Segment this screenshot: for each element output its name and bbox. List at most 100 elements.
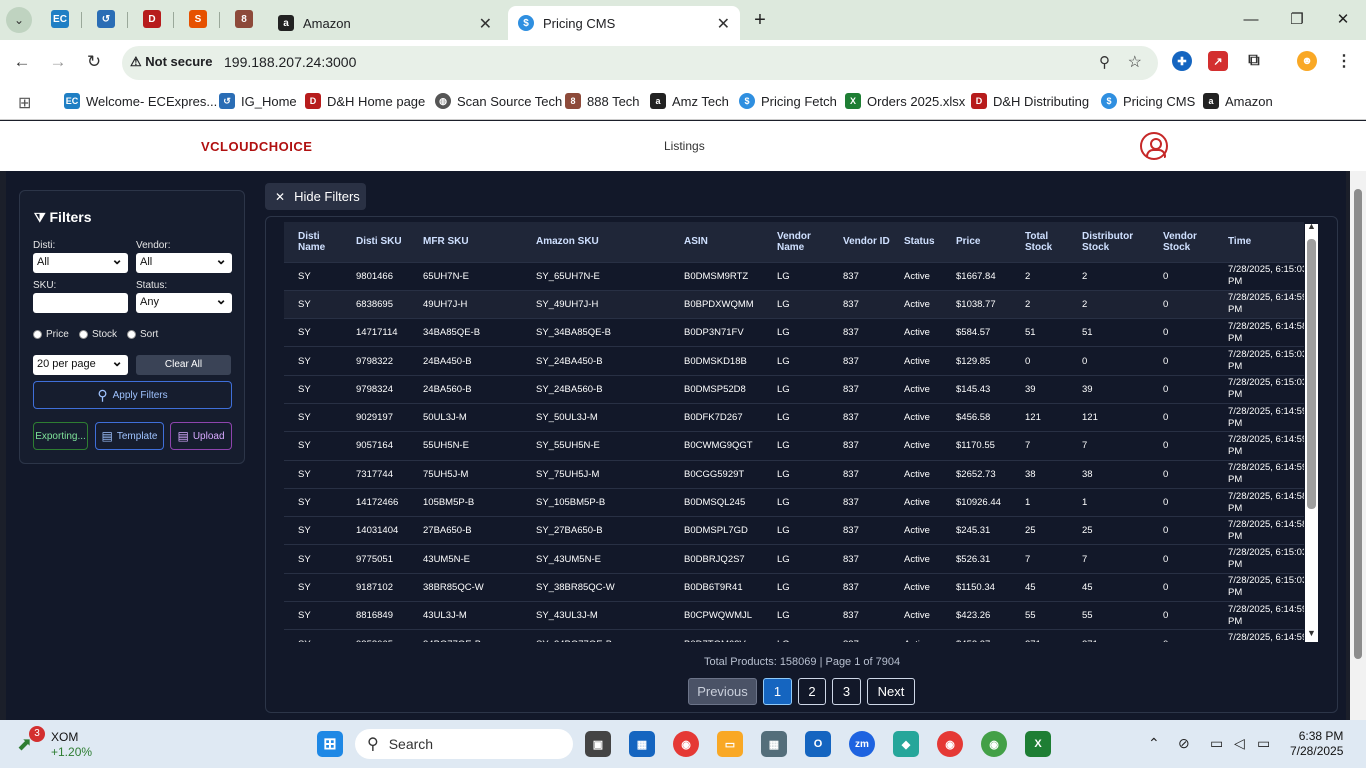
calculator-icon[interactable]: ▦	[761, 731, 787, 757]
minimize-button[interactable]: —	[1239, 8, 1263, 32]
task-view-icon[interactable]: ▣	[585, 731, 611, 757]
file-explorer-icon[interactable]: ▭	[717, 731, 743, 757]
clear-all-button[interactable]: Clear All	[136, 355, 231, 375]
battery-icon[interactable]: ▭	[1257, 735, 1270, 752]
chevron-up-icon[interactable]: ⌃	[1148, 735, 1160, 752]
column-header[interactable]: Time	[1214, 222, 1304, 262]
radio-stock[interactable]: Stock	[79, 329, 117, 340]
radio-circle[interactable]	[127, 330, 136, 339]
column-header[interactable]: Distributor Stock	[1068, 222, 1149, 262]
pinned-tab-s[interactable]: S	[189, 10, 207, 28]
taskbar-search[interactable]: ⚲ Search	[355, 729, 573, 759]
table-row[interactable]: SY 9187102 38BR85QC-W SY_38BR85QC-W B0DB6T9R…	[284, 572, 1304, 602]
template-button[interactable]: ▤ Template	[95, 422, 164, 450]
apps-icon[interactable]: ⊞	[18, 93, 31, 113]
next-button[interactable]: Next	[867, 678, 915, 705]
new-tab-button[interactable]: +	[748, 8, 772, 32]
bookmark-item[interactable]: 8 888 Tech	[565, 93, 640, 109]
table-row[interactable]: SY 14172466 105BM5P-B SY_105BM5P-B B0DMSQL24…	[284, 487, 1304, 517]
bookmark-item[interactable]: EC Welcome- ECExpres...	[64, 93, 217, 109]
chrome-profile-icon[interactable]: ◉	[937, 731, 963, 757]
pinned-tab-888[interactable]: 8	[235, 10, 253, 28]
table-row[interactable]: SY 8816849 43UL3J-M SY_43UL3J-M B0CPWQWMJL LG…	[284, 601, 1304, 630]
close-tab-icon[interactable]: ✕	[479, 14, 492, 34]
pinned-tab-ec[interactable]: EC	[51, 10, 69, 28]
extension-icon[interactable]: ✚	[1172, 51, 1192, 71]
nav-listings[interactable]: Listings	[664, 139, 705, 153]
radio-circle[interactable]	[79, 330, 88, 339]
column-header[interactable]: Price	[942, 222, 1011, 262]
bookmark-item[interactable]: a Amazon	[1203, 93, 1273, 109]
tab-amazon[interactable]: a Amazon ✕	[268, 6, 502, 40]
radio-circle[interactable]	[33, 330, 42, 339]
hide-filters-button[interactable]: ✕ Hide Filters	[265, 183, 366, 210]
column-header[interactable]: Vendor Stock	[1149, 222, 1214, 262]
outlook-icon[interactable]: O	[805, 731, 831, 757]
reload-button[interactable]: ↻	[82, 50, 106, 74]
scroll-down-icon[interactable]: ▼	[1307, 628, 1316, 638]
column-header[interactable]: Disti SKU	[342, 222, 409, 262]
radio-price[interactable]: Price	[33, 329, 69, 340]
tab-search-icon[interactable]: ⌄	[6, 7, 32, 33]
column-header[interactable]: Disti Name	[284, 222, 342, 262]
logo[interactable]: VCLOUDCHOICE	[201, 139, 312, 154]
table-row[interactable]: SY 7317744 75UH5J-M SY_75UH5J-M B0CGG5929T LG…	[284, 459, 1304, 489]
restore-button[interactable]: ❐	[1285, 8, 1309, 32]
network-icon[interactable]: ⊘	[1178, 735, 1190, 752]
sku-input[interactable]	[33, 293, 128, 313]
bookmark-item[interactable]: X Orders 2025.xlsx	[845, 93, 965, 109]
column-header[interactable]: MFR SKU	[409, 222, 522, 262]
user-avatar-icon[interactable]	[1140, 132, 1168, 160]
table-scrollbar-thumb[interactable]	[1307, 239, 1316, 509]
bookmark-item[interactable]: D D&H Distributing	[971, 93, 1089, 109]
table-row[interactable]: SY935806534BQ77QE-BSY_34BQ77QE-BB0D7TQM6…	[284, 629, 1304, 642]
scroll-up-icon[interactable]: ▲	[1307, 221, 1316, 231]
page-1-button[interactable]: 1	[763, 678, 792, 705]
pdf-extension-icon[interactable]: ↗	[1208, 51, 1228, 71]
menu-icon[interactable]: ⋮	[1334, 51, 1354, 71]
bookmark-item[interactable]: $ Pricing CMS	[1101, 93, 1195, 109]
table-row[interactable]: SY 6838695 49UH7J-H SY_49UH7J-H B0BPDXWQMM LG…	[284, 289, 1304, 319]
apply-filters-button[interactable]: ⚲ Apply Filters	[33, 381, 232, 409]
previous-button[interactable]: Previous	[688, 678, 757, 705]
vendor-select[interactable]: All	[136, 251, 232, 273]
table-row[interactable]: SY 9775051 43UM5N-E SY_43UM5N-E B0DBRJQ2S7 LG…	[284, 544, 1304, 574]
page-3-button[interactable]: 3	[832, 678, 861, 705]
url-text[interactable]: 199.188.207.24:3000	[224, 54, 356, 70]
table-scrollbar[interactable]: ▲ ▼	[1305, 221, 1318, 642]
pinned-tab-ig[interactable]: ↺	[97, 10, 115, 28]
volume-icon[interactable]: ◁	[1234, 735, 1245, 752]
not-secure-indicator[interactable]: ⚠ Not secure	[130, 54, 212, 70]
system-clock[interactable]: 6:38 PM 7/28/2025	[1290, 729, 1343, 759]
windows-start-icon[interactable]: ⊞	[317, 731, 343, 757]
column-header[interactable]: Vendor Name	[763, 222, 829, 262]
bookmark-item[interactable]: D D&H Home page	[305, 93, 425, 109]
puzzle-icon[interactable]: ⧉	[1244, 51, 1264, 71]
excel-icon[interactable]: X	[1025, 731, 1051, 757]
page-2-button[interactable]: 2	[798, 678, 826, 705]
close-tab-icon[interactable]: ✕	[717, 14, 730, 34]
table-row[interactable]: SY 9029197 50UL3J-M SY_50UL3J-M B0DFK7D267 LG…	[284, 402, 1304, 432]
page-scrollbar-thumb[interactable]	[1354, 189, 1362, 659]
table-row[interactable]: SY 9798324 24BA560-B SY_24BA560-B B0DMSP52D8…	[284, 374, 1304, 404]
upload-button[interactable]: ▤ Upload	[170, 422, 232, 450]
status-select[interactable]: Any	[136, 291, 232, 313]
column-header[interactable]: Status	[890, 222, 942, 262]
pinned-tab-dh[interactable]: D	[143, 10, 161, 28]
table-row[interactable]: SY 9057164 55UH5N-E SY_55UH5N-E B0CWMG9QGT LG…	[284, 431, 1304, 461]
store-icon[interactable]: ▦	[629, 731, 655, 757]
bookmark-item[interactable]: a Amz Tech	[650, 93, 729, 109]
table-row[interactable]: SY 9801466 65UH7N-E SY_65UH7N-E B0DMSM9RTZ LG…	[284, 261, 1304, 291]
page-scrollbar[interactable]	[1350, 171, 1366, 720]
zoom-app-icon[interactable]: zm	[849, 731, 875, 757]
per-page-select[interactable]: 20 per page	[33, 353, 128, 375]
disti-select[interactable]: All	[33, 251, 128, 273]
table-row[interactable]: SY 9798322 24BA450-B SY_24BA450-B B0DMSKD18B…	[284, 346, 1304, 376]
exporting-button[interactable]: Exporting...	[33, 422, 88, 450]
column-header[interactable]: Vendor ID	[829, 222, 890, 262]
bookmark-star-icon[interactable]: ☆	[1128, 52, 1142, 72]
chrome-icon[interactable]: ◉	[673, 731, 699, 757]
zoom-icon[interactable]: ⚲	[1099, 53, 1110, 71]
tab-pricing-cms[interactable]: $ Pricing CMS ✕	[508, 6, 740, 40]
address-bar[interactable]: ⚠ Not secure 199.188.207.24:3000 ⚲ ☆	[122, 46, 1158, 80]
